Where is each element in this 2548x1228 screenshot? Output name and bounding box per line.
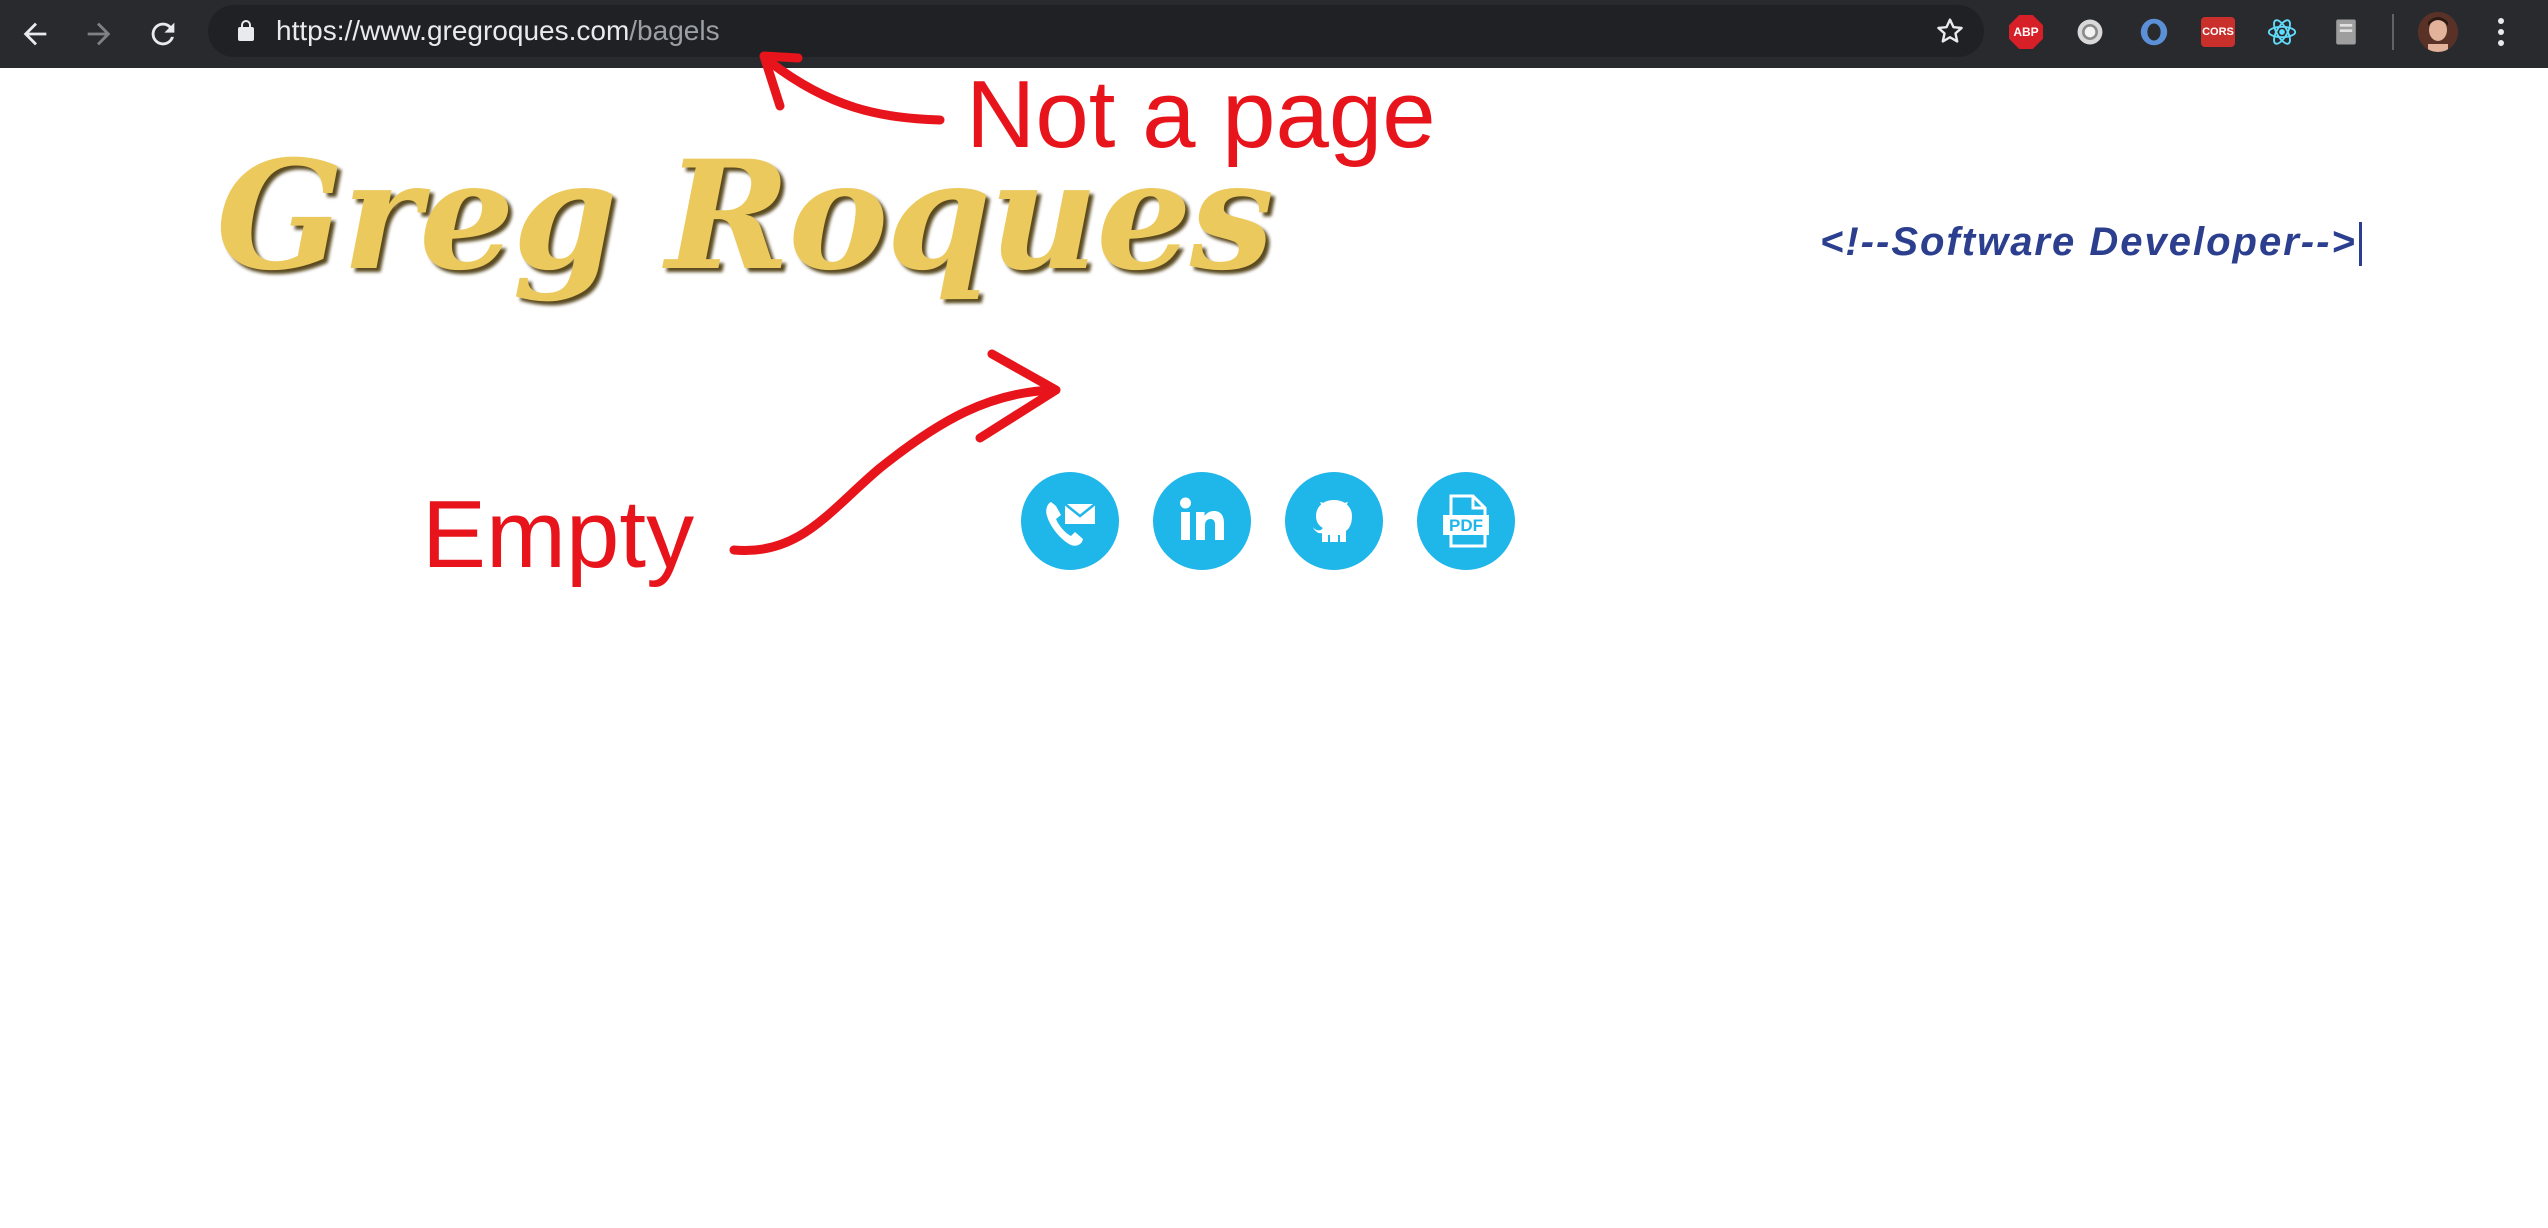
document-extension-icon [2336, 19, 2356, 45]
annotation-arrowhead-empty [975, 349, 1061, 443]
extension-circle[interactable] [2072, 14, 2108, 50]
address-bar[interactable]: https://www.gregroques.com/bagels [208, 5, 1984, 57]
star-icon[interactable] [1934, 15, 1966, 47]
circle-extension-icon [2077, 19, 2103, 45]
page: https://www.gregroques.com/bagels ABP CO… [0, 0, 2548, 1228]
annotation-not-a-page: Not a page [966, 61, 1436, 168]
resume-pdf-button[interactable]: PDF [1417, 472, 1515, 570]
url-path: /bagels [629, 15, 720, 46]
reload-button[interactable] [138, 9, 188, 59]
linkedin-icon [1180, 497, 1224, 540]
site-tagline: <!--Software Developer--> [1820, 220, 2362, 267]
url-host: https://www.gregroques.com [276, 15, 630, 46]
annotation-arrow-url [765, 57, 945, 125]
phone-mail-icon [1046, 502, 1096, 546]
arrow-left-icon [23, 22, 47, 46]
pdf-label: PDF [1449, 516, 1483, 535]
linkedin-button[interactable] [1153, 472, 1251, 570]
react-devtools-extension[interactable] [2264, 14, 2300, 50]
adblock-plus-icon: ABP [2009, 15, 2043, 49]
adblock-plus-extension[interactable]: ABP [2008, 14, 2044, 50]
forward-button[interactable] [74, 9, 124, 59]
cors-icon: CORS [2201, 17, 2235, 47]
arrow-right-icon [87, 22, 111, 46]
contact-button[interactable] [1021, 472, 1119, 570]
typing-caret [2358, 222, 2362, 267]
annotation-arrow-empty [729, 385, 1059, 556]
avatar-icon [2418, 12, 2458, 52]
annotation-empty: Empty [422, 481, 695, 588]
extension-ring[interactable] [2136, 14, 2172, 50]
browser-toolbar: https://www.gregroques.com/bagels ABP CO… [0, 0, 2548, 68]
ring-extension-icon [2140, 18, 2168, 46]
tagline-text: <!--Software Developer--> [1820, 220, 2357, 264]
github-icon [1313, 500, 1352, 542]
pdf-icon: PDF [1443, 494, 1489, 548]
cors-extension[interactable]: CORS [2200, 14, 2236, 50]
kebab-menu-icon[interactable] [2486, 12, 2516, 52]
extension-document[interactable] [2328, 14, 2364, 50]
profile-avatar[interactable] [2418, 12, 2458, 52]
reload-icon [151, 22, 175, 46]
lock-icon [238, 20, 254, 41]
react-icon [2267, 19, 2297, 45]
back-button[interactable] [10, 9, 60, 59]
url-text: https://www.gregroques.com/bagels [276, 5, 720, 57]
toolbar-divider [2392, 14, 2394, 50]
github-button[interactable] [1285, 472, 1383, 570]
